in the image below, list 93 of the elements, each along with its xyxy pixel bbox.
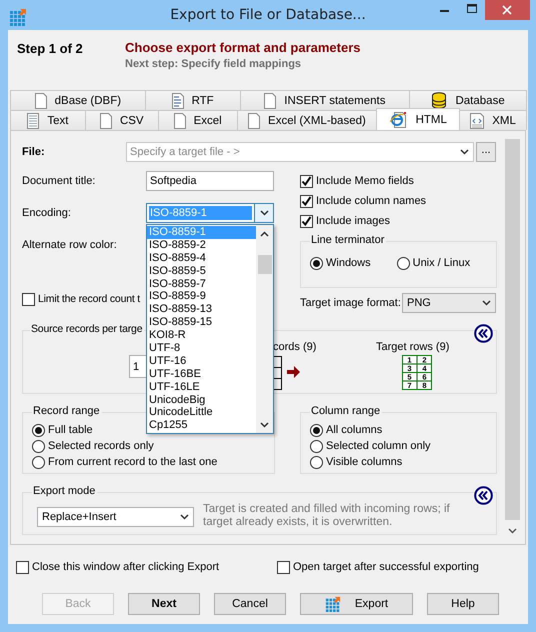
caption: cords (9) xyxy=(273,341,318,353)
list-item[interactable]: ISO-8859-5 xyxy=(147,264,256,278)
checkbox[interactable]: Include column names xyxy=(300,193,426,209)
tab[interactable]: RTF xyxy=(144,90,241,110)
tab[interactable]: XML xyxy=(459,110,528,130)
checkbox[interactable]: Include images xyxy=(300,213,390,229)
group-label: Export mode xyxy=(32,485,98,497)
grid-arrow-icon xyxy=(9,8,27,26)
collapse-icon[interactable] xyxy=(474,486,493,505)
list-item[interactable]: UnicodeBig xyxy=(147,394,256,406)
checkbox[interactable]: Include Memo fields xyxy=(300,173,414,189)
list-item[interactable]: ISO-8859-15 xyxy=(147,316,256,330)
list-item[interactable]: ISO-8859-13 xyxy=(147,303,256,316)
web-page-icon xyxy=(390,112,408,128)
list-item[interactable]: UTF-8 xyxy=(147,342,256,355)
button[interactable]: Cancel xyxy=(214,593,286,615)
field-label: Alternate row color: xyxy=(22,239,118,251)
radio-option[interactable]: Windows xyxy=(310,255,371,271)
group-label: Column range xyxy=(310,405,382,417)
radio-option[interactable]: Visible columns xyxy=(310,454,402,470)
group-label: Record range xyxy=(32,405,102,417)
list-item[interactable]: ISO-8859-9 xyxy=(147,290,256,304)
step-indicator: Step 1 of 2 xyxy=(17,40,84,58)
tab[interactable]: Text xyxy=(10,110,86,130)
caret-icon xyxy=(180,514,189,520)
page-icon xyxy=(100,112,112,128)
radio-option[interactable]: Unix / Linux xyxy=(396,255,470,271)
tab[interactable]: CSV xyxy=(84,110,159,130)
field-label: Target image format: xyxy=(300,297,402,309)
radio-option[interactable]: Full table xyxy=(32,422,93,438)
checkbox[interactable]: Close this window after clicking Export xyxy=(16,559,277,575)
caret-icon xyxy=(460,149,469,155)
checkbox[interactable]: Open target after successful exporting xyxy=(277,559,479,575)
radio-option[interactable]: All columns xyxy=(310,422,382,438)
button[interactable]: Export xyxy=(300,593,413,615)
window-title: Export to File or Database... xyxy=(170,7,366,23)
list-item[interactable]: UTF-16BE xyxy=(147,368,256,381)
document-icon xyxy=(172,92,184,108)
tab[interactable]: Excel xyxy=(158,110,238,130)
caret-icon xyxy=(260,422,269,428)
tab[interactable]: Database xyxy=(409,90,527,110)
list-item[interactable]: ISO-8859-7 xyxy=(147,278,256,290)
button[interactable]: Help xyxy=(427,593,499,615)
tab[interactable]: Excel (XML-based) xyxy=(236,110,378,130)
page-icon xyxy=(264,92,276,108)
radio-option[interactable]: Selected column only xyxy=(310,438,431,454)
records-per-target-field[interactable]: 1 xyxy=(129,355,147,378)
xml-file-icon xyxy=(470,112,484,128)
file-path-field[interactable]: Specify a target file - > xyxy=(126,142,474,162)
scrollbar[interactable] xyxy=(256,225,273,433)
list-item[interactable]: UTF-16 xyxy=(147,354,256,368)
field-label: File: xyxy=(22,146,46,158)
list-item[interactable]: UTF-16LE xyxy=(147,380,256,394)
step-title: Choose export format and parameters xyxy=(125,40,361,55)
collapse-icon[interactable] xyxy=(474,324,493,343)
page-icon xyxy=(174,112,186,128)
tab[interactable]: INSERT statements xyxy=(240,90,410,110)
group-label: Line terminator xyxy=(310,234,386,246)
list-item[interactable]: Cp1255 xyxy=(147,419,256,432)
caption: Target rows (9) xyxy=(376,341,450,353)
browse-button[interactable]: ... xyxy=(476,142,496,162)
export-mode-dropdown[interactable]: Replace+Insert xyxy=(37,507,194,527)
scroll-up-icon[interactable] xyxy=(260,230,269,236)
button[interactable]: Next xyxy=(128,593,200,615)
field-label: Document title: xyxy=(22,175,96,187)
scrollbar-thumb[interactable] xyxy=(258,255,272,274)
database-icon xyxy=(431,92,448,109)
checkmark-icon xyxy=(301,196,312,206)
checkmark-icon xyxy=(301,216,312,226)
list-item[interactable]: ISO-8859-4 xyxy=(147,252,256,265)
group-label: Source records per targe xyxy=(30,323,144,335)
grid-arrow-icon xyxy=(324,596,341,612)
list-item[interactable]: UnicodeLittle xyxy=(147,406,256,420)
image-format-dropdown[interactable]: PNG xyxy=(402,293,496,313)
text-file-icon xyxy=(27,112,40,128)
list-item[interactable]: KOI8-R xyxy=(147,329,256,342)
close-icon[interactable] xyxy=(485,0,530,20)
checkbox[interactable]: Limit the record count t xyxy=(22,291,140,307)
page-icon xyxy=(34,92,47,108)
tab[interactable]: dBase (DBF) xyxy=(10,90,146,110)
description-text: Target is created and filled with incoming rows; if target already exists, it is overwritten. xyxy=(203,503,451,529)
radio-option[interactable]: From current record to the last one xyxy=(32,454,218,470)
page-icon xyxy=(248,112,260,128)
radio-option[interactable]: Selected records only xyxy=(32,438,154,454)
tab[interactable]: HTML xyxy=(376,108,460,130)
source-grid-drawing xyxy=(273,356,301,390)
checkmark-icon xyxy=(301,176,312,186)
field-label: Encoding: xyxy=(22,207,72,219)
caret-icon xyxy=(482,300,491,306)
list-item[interactable]: ISO-8859-2 xyxy=(147,238,256,252)
caret-icon xyxy=(260,210,268,216)
next-step-hint: Next step: Specify field mappings xyxy=(125,58,302,70)
document-title-field[interactable]: Softpedia xyxy=(146,171,274,191)
